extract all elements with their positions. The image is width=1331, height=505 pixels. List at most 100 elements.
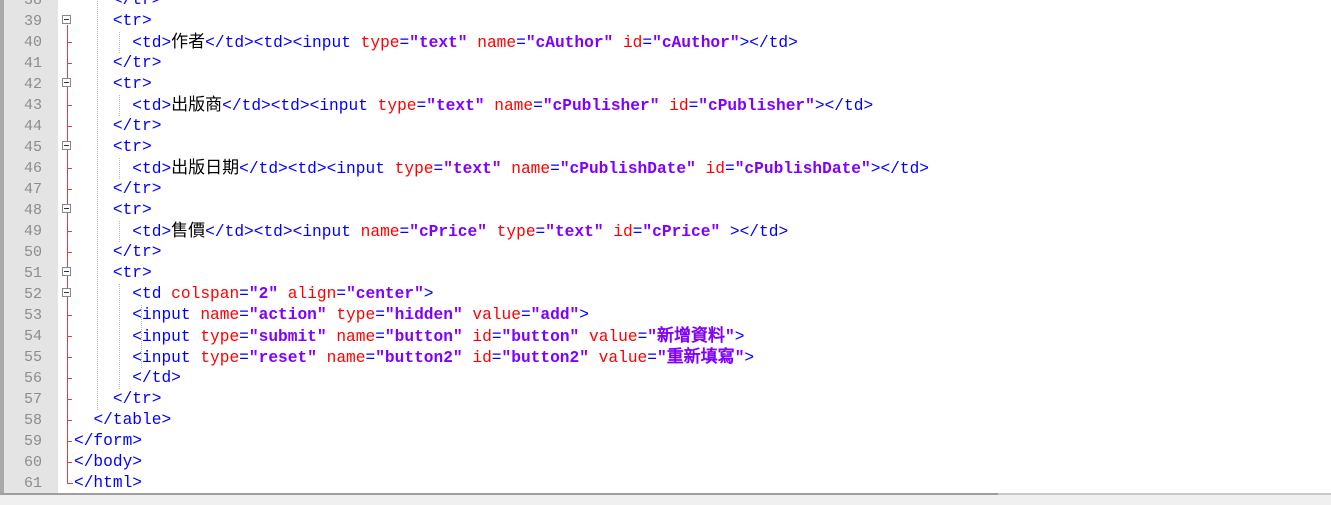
code-text: <tr>: [112, 12, 152, 30]
code-text: <td>出版商</td><td><input type="text" name=…: [132, 95, 874, 115]
code-text: </tr>: [112, 0, 162, 9]
fold-tick-icon: [67, 168, 72, 169]
code-line[interactable]: 46 <td>出版日期</td><td><input type="text" n…: [0, 158, 1331, 179]
line-number: 44: [23, 118, 42, 135]
fold-toggle-icon[interactable]: [62, 78, 71, 87]
line-number: 51: [23, 265, 42, 282]
line-number: 42: [23, 76, 42, 93]
fold-tick-icon: [67, 63, 72, 64]
code-text: <tr>: [112, 201, 152, 219]
code-text: </body>: [74, 453, 143, 471]
code-text: </tr>: [112, 54, 162, 72]
code-line[interactable]: 43 <td>出版商</td><td><input type="text" na…: [0, 95, 1331, 116]
code-line[interactable]: 61 </html>: [0, 473, 1331, 493]
code-text: </table>: [93, 411, 172, 429]
code-line[interactable]: 48 <tr>: [0, 200, 1331, 221]
code-line[interactable]: 53 <input name="action" type="hidden" va…: [0, 305, 1331, 326]
code-text: <input type="submit" name="button" id="b…: [132, 326, 745, 346]
line-number: 45: [23, 139, 42, 156]
fold-tick-icon: [67, 315, 72, 316]
fold-end-icon: [67, 473, 73, 484]
code-line[interactable]: 44 </tr>: [0, 116, 1331, 137]
fold-tick-icon: [67, 252, 72, 253]
horizontal-scrollbar[interactable]: [0, 493, 1331, 505]
code-line[interactable]: 59 </form>: [0, 431, 1331, 452]
code-line[interactable]: 41 </tr>: [0, 53, 1331, 74]
code-line[interactable]: 58 </table>: [0, 410, 1331, 431]
code-line[interactable]: 42 <tr>: [0, 74, 1331, 95]
line-number: 47: [23, 181, 42, 198]
code-text: <td>作者</td><td><input type="text" name="…: [132, 32, 798, 52]
code-editor[interactable]: 38 </tr> 39 <tr> 40 <td>作者</td><td><input …: [0, 0, 1331, 493]
fold-tick-icon: [67, 420, 72, 421]
line-number: 56: [23, 370, 42, 387]
code-text: <td colspan="2" align="center">: [132, 285, 434, 303]
fold-tick-icon: [67, 189, 72, 190]
code-text: <tr>: [112, 138, 152, 156]
indent-guide: [119, 32, 120, 53]
line-number: 53: [23, 307, 42, 324]
code-text: <input type="reset" name="button2" id="b…: [132, 347, 755, 367]
fold-toggle-icon[interactable]: [62, 141, 71, 150]
code-text: </html>: [74, 474, 143, 492]
code-line[interactable]: 50 </tr>: [0, 242, 1331, 263]
indent-guide: [119, 284, 120, 389]
code-text: </form>: [74, 432, 143, 450]
code-text: <input name="action" type="hidden" value…: [132, 306, 589, 324]
code-text: </tr>: [112, 180, 162, 198]
line-number: 59: [23, 433, 42, 450]
code-text: </td>: [132, 369, 181, 387]
line-number: 46: [23, 160, 42, 177]
scrollbar-track-end: [998, 493, 1331, 495]
line-number: 38: [23, 0, 42, 9]
code-line[interactable]: 51 <tr>: [0, 263, 1331, 284]
line-number: 48: [23, 202, 42, 219]
code-line[interactable]: 45 <tr>: [0, 137, 1331, 158]
fold-tick-icon: [67, 399, 72, 400]
fold-toggle-icon[interactable]: [62, 267, 71, 276]
fold-tick-icon: [67, 462, 72, 463]
line-number: 61: [23, 475, 42, 492]
line-number: 43: [23, 97, 42, 114]
fold-toggle-icon[interactable]: [62, 15, 71, 24]
fold-tick-icon: [67, 336, 72, 337]
fold-tick-icon: [67, 441, 72, 442]
fold-toggle-icon[interactable]: [62, 204, 71, 213]
indent-guide: [141, 305, 142, 368]
code-line[interactable]: 47 </tr>: [0, 179, 1331, 200]
line-number: 39: [23, 13, 42, 30]
line-number: 57: [23, 391, 42, 408]
code-line[interactable]: 57 </tr>: [0, 389, 1331, 410]
indent-guide: [119, 95, 120, 116]
indent-guide: [97, 0, 98, 410]
line-number: 50: [23, 244, 42, 261]
code-line[interactable]: 56 </td>: [0, 368, 1331, 389]
code-line[interactable]: 55 <input type="reset" name="button2" id…: [0, 347, 1331, 368]
fold-tick-icon: [67, 357, 72, 358]
line-number: 49: [23, 223, 42, 240]
code-text: <tr>: [112, 75, 152, 93]
fold-tick-icon: [67, 378, 72, 379]
code-text: </tr>: [112, 243, 162, 261]
code-line[interactable]: 40 <td>作者</td><td><input type="text" nam…: [0, 32, 1331, 53]
line-number: 55: [23, 349, 42, 366]
code-text: </tr>: [112, 390, 162, 408]
code-line[interactable]: 52 <td colspan="2" align="center">: [0, 284, 1331, 305]
code-line[interactable]: 49 <td>售價</td><td><input name="cPrice" t…: [0, 221, 1331, 242]
line-number: 52: [23, 286, 42, 303]
code-text: </tr>: [112, 117, 162, 135]
line-number: 58: [23, 412, 42, 429]
fold-toggle-icon[interactable]: [62, 288, 71, 297]
code-line[interactable]: 39 <tr>: [0, 11, 1331, 32]
code-line[interactable]: 60 </body>: [0, 452, 1331, 473]
code-text: <td>出版日期</td><td><input type="text" name…: [132, 158, 930, 178]
code-text: <tr>: [112, 264, 152, 282]
indent-guide: [119, 158, 120, 179]
code-line[interactable]: 38 </tr>: [0, 0, 1331, 11]
code-line[interactable]: 54 <input type="submit" name="button" id…: [0, 326, 1331, 347]
line-number: 40: [23, 34, 42, 51]
line-number: 54: [23, 328, 42, 345]
code-text: <td>售價</td><td><input name="cPrice" type…: [132, 221, 789, 241]
indent-guide: [119, 221, 120, 242]
fold-tick-icon: [67, 126, 72, 127]
